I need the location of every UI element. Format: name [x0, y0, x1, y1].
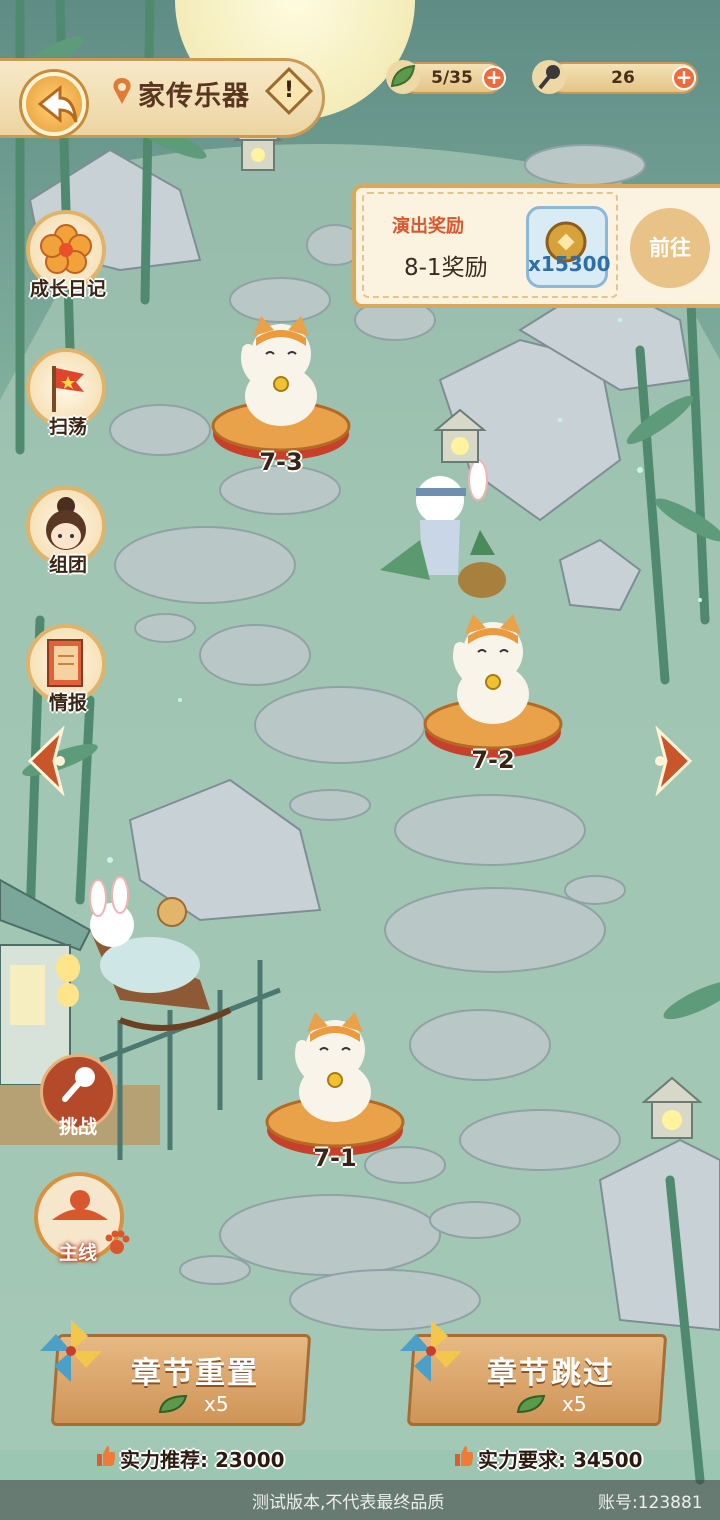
stage-node-7-1[interactable]: 7-1 [260, 1012, 410, 1172]
side-item-growth-diary[interactable]: 成长日记 [22, 210, 114, 310]
lucky-cat-icon [211, 316, 351, 460]
lucky-cat-icon [423, 614, 563, 758]
test-version-notice: 测试版本,不代表最终品质 [252, 1493, 445, 1513]
side-item-label: 扫荡 [48, 416, 87, 438]
power-require: 实力要求: 34500 [478, 1448, 643, 1472]
power-recommend: 实力推荐: 23000 [120, 1448, 285, 1472]
back-button[interactable] [22, 72, 86, 136]
challenge-label: 挑战 [58, 1116, 97, 1138]
stage-label: 7-1 [313, 1144, 357, 1172]
chapter-reset-cost: x5 [204, 1392, 229, 1416]
back-arrow-icon [37, 84, 78, 124]
side-item-label: 情报 [48, 692, 87, 714]
leaf-icon [158, 1394, 188, 1414]
prev-chapter-arrow-icon[interactable] [22, 726, 72, 796]
microphone-icon [532, 60, 566, 94]
page-title: 家传乐器 [138, 81, 250, 112]
account-id: 账号:123881 [598, 1493, 703, 1513]
reward-label: 演出奖励 [392, 216, 464, 237]
stage-label: 7-2 [471, 746, 515, 774]
leaf-icon [386, 60, 420, 94]
mic-add-button[interactable]: + [672, 66, 696, 90]
thumb-up-icon [97, 1446, 115, 1466]
stage-node-7-3[interactable]: 7-3 [206, 316, 356, 476]
chapter-skip-cost: x5 [562, 1392, 587, 1416]
coin-count: x15300 [528, 252, 611, 276]
stage-label: 7-3 [259, 448, 303, 476]
mountain-sun-icon [52, 1190, 108, 1220]
side-item-label: 组团 [48, 554, 87, 576]
lucky-cat-icon [265, 1012, 405, 1156]
info-icon: ! [283, 78, 295, 103]
side-item-label: 成长日记 [29, 278, 106, 300]
paw-icon [105, 1230, 130, 1254]
chapter-reset-label: 章节重置 [131, 1356, 259, 1391]
side-item-sweep[interactable]: 扫荡 [22, 348, 114, 448]
side-item-intel[interactable]: 情报 [22, 624, 114, 724]
microphone-icon [62, 1067, 95, 1102]
location-pin-icon [113, 78, 131, 104]
stage-node-7-2[interactable]: 7-2 [418, 614, 568, 774]
next-chapter-arrow-icon[interactable] [648, 726, 698, 796]
leaf-icon [516, 1394, 546, 1414]
leaf-add-button[interactable]: + [482, 66, 506, 90]
thumb-up-icon [455, 1446, 473, 1466]
go-button[interactable]: 前往 [630, 208, 710, 288]
side-item-team[interactable]: 组团 [22, 486, 114, 586]
reward-subtitle: 8-1奖励 [404, 255, 488, 281]
chapter-skip-label: 章节跳过 [487, 1356, 615, 1391]
